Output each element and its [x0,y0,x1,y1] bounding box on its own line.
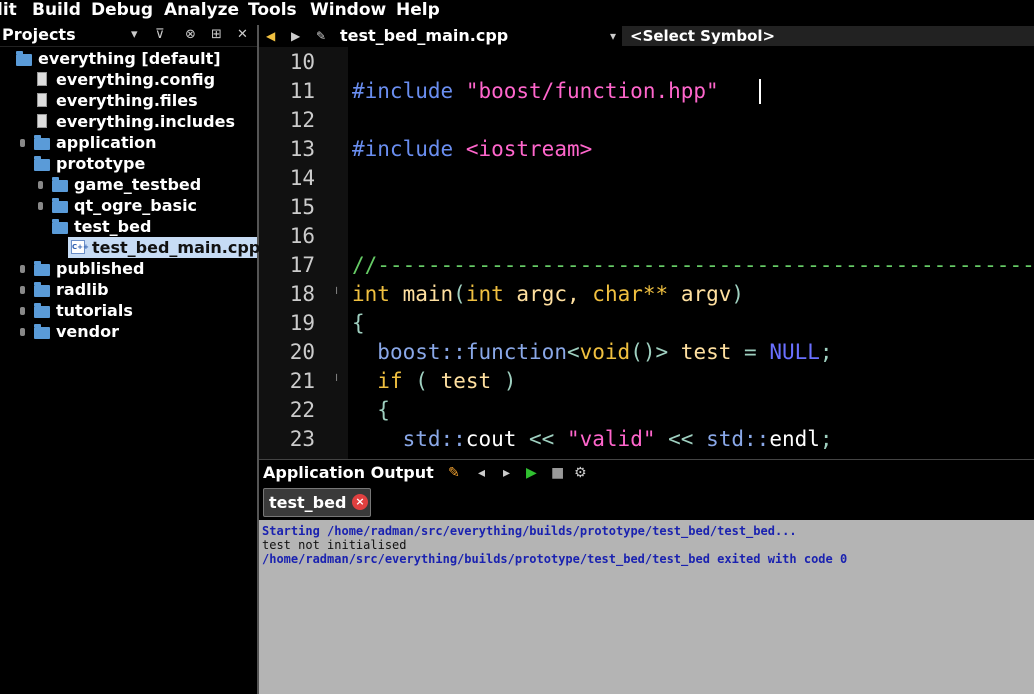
operator: << [668,427,694,451]
keyword: char** [592,282,669,306]
previous-icon[interactable]: ◂ [478,463,485,483]
attach-icon[interactable]: ⚙ [574,463,587,483]
keyword: void [579,340,631,364]
directive: #include [352,79,454,103]
code-line-18: int main(int argc, char** argv) [352,280,744,309]
stop-icon[interactable]: ■ [551,463,564,483]
identifier: cout [465,427,517,451]
null-macro: NULL [769,340,820,364]
paren: ) [503,369,517,393]
output-line: Starting /home/radman/src/everything/bui… [262,524,797,538]
operator: = [744,340,757,364]
directive: #include [352,137,454,161]
output-tab-label: test_bed [269,493,347,512]
string-literal: <iostream> [465,137,593,161]
keyword: int [465,282,504,306]
semicolon: ; [819,340,833,364]
namespace: std:: [402,427,466,451]
next-icon[interactable]: ▸ [503,463,510,483]
semicolon: ; [819,427,833,451]
string-literal: "boost/function.hpp" [465,79,719,103]
code-line-11: #include "boost/function.hpp" [352,77,719,106]
paren: ( [453,282,466,306]
brace: { [377,398,390,422]
output-title: Application Output [263,463,434,482]
identifier: endl [769,427,820,451]
variable: test [440,369,492,393]
close-tab-icon[interactable]: × [352,494,368,510]
string-literal: "valid" [566,427,656,451]
paren: ( [415,369,428,393]
clear-output-icon[interactable]: ✎ [448,463,460,483]
run-icon[interactable]: ▶ [526,463,537,483]
signature: ()> [630,340,669,364]
text-cursor [759,79,761,104]
code-line-22: { [352,396,390,425]
output-line: test not initialised [262,538,407,552]
variable: test [680,340,732,364]
keyword: int [352,282,390,306]
namespace: std:: [706,427,770,451]
namespace: boost:: [377,340,466,364]
code-line-21: if ( test ) [352,367,516,396]
output-line: /home/radman/src/everything/builds/proto… [262,552,848,566]
code-line-17: //--------------------------------------… [352,253,1034,277]
code-line-19: { [352,311,365,335]
code-line-13: #include <iostream> [352,135,592,164]
function-name: main [402,282,454,306]
type-name: function [465,340,567,364]
code-line-23: std::cout << "valid" << std::endl; [352,425,833,454]
param: argc, [516,282,580,306]
keyword: if [377,369,403,393]
code-lines: #include "boost/function.hpp" #include <… [0,0,1034,459]
angle-bracket: < [566,340,580,364]
paren: ) [731,282,745,306]
code-line-20: boost::function<void()> test = NULL; [352,338,833,367]
output-tab-bar [259,487,1034,520]
operator: << [529,427,555,451]
param: argv [680,282,732,306]
